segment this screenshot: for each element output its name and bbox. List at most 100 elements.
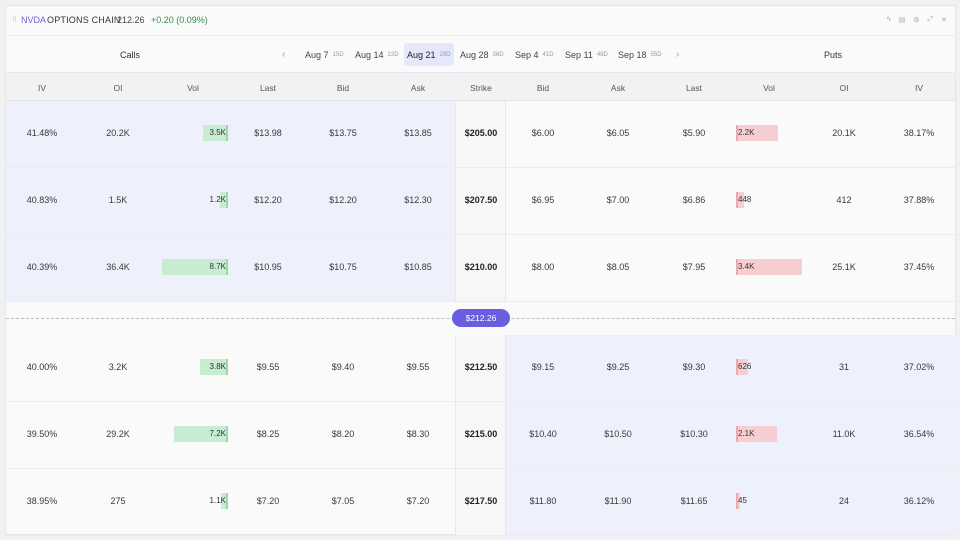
expiry-tab[interactable]: Sep 18 55D — [615, 43, 665, 66]
put-last: $7.95 — [682, 262, 706, 272]
put-last: $10.30 — [680, 429, 708, 439]
puts-col-ask[interactable]: Ask — [588, 83, 648, 93]
option-row[interactable]: 38.95% 275 1.1K $7.20 $7.05 $7.20 $217.50 $11.8… — [6, 469, 957, 536]
puts-label: Puts — [824, 50, 843, 60]
call-oi: 29.2K — [106, 429, 130, 439]
put-last: $9.30 — [682, 362, 706, 372]
call-last: $9.55 — [256, 362, 280, 372]
option-row[interactable]: 41.48% 20.2K 3.5K $13.98 $13.75 $13.85 $205.00… — [6, 101, 955, 168]
put-iv: 36.12% — [903, 496, 935, 506]
option-row[interactable]: 40.00% 3.2K 3.8K $9.55 $9.40 $9.55 $212.50 $9.1… — [6, 335, 957, 402]
put-ask: $8.05 — [606, 262, 630, 272]
expiry-tab[interactable]: Sep 11 48D — [562, 43, 611, 66]
puts-col-oi[interactable]: OI — [814, 83, 874, 93]
call-last: $13.98 — [254, 128, 282, 138]
calls-label: Calls — [120, 50, 141, 60]
expiry-tab[interactable]: Aug 14 22D — [352, 43, 402, 66]
put-volume: 2.1K — [738, 429, 755, 438]
call-oi: 3.2K — [108, 362, 128, 372]
puts-col-iv[interactable]: IV — [889, 83, 949, 93]
strike-price: $210.00 — [464, 262, 498, 272]
put-iv: 37.45% — [903, 262, 935, 272]
expiry-date: Sep 11 — [565, 49, 593, 60]
put-iv: 36.54% — [903, 429, 935, 439]
calls-col-oi[interactable]: OI — [88, 83, 148, 93]
strike-col-header[interactable]: Strike — [451, 83, 511, 93]
put-bid: $9.15 — [531, 362, 555, 372]
calls-col-iv[interactable]: IV — [12, 83, 72, 93]
expiry-tab[interactable]: Aug 7 15D — [302, 43, 347, 66]
call-last: $12.20 — [254, 195, 282, 205]
call-ask: $12.30 — [404, 195, 432, 205]
call-volume: 1.2K — [209, 195, 226, 204]
put-bid: $8.00 — [531, 262, 555, 272]
put-ask: $9.25 — [606, 362, 630, 372]
call-bid: $7.05 — [331, 496, 355, 506]
call-oi: 275 — [110, 496, 126, 506]
expiry-tab[interactable]: Sep 4 41D — [512, 43, 557, 66]
expiry-date: Aug 14 — [355, 49, 384, 60]
calls-col-ask[interactable]: Ask — [388, 83, 448, 93]
chevron-right-icon[interactable]: › — [676, 49, 679, 60]
expand-icon[interactable]: ⤢ — [928, 16, 934, 24]
put-iv: 37.02% — [903, 362, 935, 372]
days-to-expiry: 22D — [387, 51, 399, 58]
expiry-tab[interactable]: Aug 28 36D — [457, 43, 507, 66]
put-oi: 11.0K — [832, 429, 856, 439]
put-oi: 25.1K — [832, 262, 856, 272]
settings-icon[interactable]: ⚙ — [913, 16, 919, 24]
panel-title: OPTIONS CHAIN — [47, 15, 121, 25]
panel-header: ⠿ NVDA OPTIONS CHAIN 212.26 +0.20 (0.09%… — [6, 6, 955, 36]
expiry-date: Sep 18 — [618, 49, 647, 60]
call-bid: $9.40 — [331, 362, 355, 372]
put-oi: 24 — [838, 496, 849, 506]
call-iv: 41.48% — [26, 128, 58, 138]
calls-col-last[interactable]: Last — [238, 83, 298, 93]
strike-price: $217.50 — [464, 496, 498, 506]
put-volume: 45 — [738, 496, 747, 505]
call-volume: 7.2K — [209, 429, 226, 438]
option-row[interactable]: 39.50% 29.2K 7.2K $8.25 $8.20 $8.30 $215.00 $10… — [6, 402, 957, 469]
days-to-expiry: 55D — [650, 51, 662, 58]
call-volume: 3.8K — [209, 362, 226, 371]
call-ask: $8.30 — [406, 429, 430, 439]
price-change: +0.20 (0.09%) — [151, 15, 208, 25]
call-volume: 8.7K — [209, 262, 226, 271]
put-oi: 31 — [838, 362, 849, 372]
put-volume: 2.2K — [738, 128, 755, 137]
close-icon[interactable]: ✕ — [941, 16, 947, 24]
underlying-price-marker: $212.26 — [452, 309, 510, 327]
expiry-date: Sep 4 — [515, 49, 539, 60]
call-ask: $7.20 — [406, 496, 430, 506]
put-ask: $7.00 — [606, 195, 630, 205]
call-last: $7.20 — [256, 496, 280, 506]
puts-col-last[interactable]: Last — [664, 83, 724, 93]
put-iv: 38.17% — [903, 128, 935, 138]
options-chain-panel: ⠿ NVDA OPTIONS CHAIN 212.26 +0.20 (0.09%… — [5, 5, 957, 536]
put-ask: $10.50 — [604, 429, 632, 439]
call-volume: 3.5K — [209, 128, 226, 137]
option-row[interactable]: 40.83% 1.5K 1.2K $12.20 $12.20 $12.30 $207.50 $… — [6, 168, 955, 235]
put-ask: $6.05 — [606, 128, 630, 138]
chevron-left-icon[interactable]: ‹ — [282, 49, 285, 60]
put-last: $5.90 — [682, 128, 706, 138]
column-header-row: IV OI Vol Last Bid Ask Strike Bid Ask Last Vol OI IV — [6, 73, 955, 101]
table-icon[interactable]: ▤ — [899, 16, 906, 24]
option-row[interactable]: 40.39% 36.4K 8.7K $10.95 $10.75 $10.85 $210.00… — [6, 235, 955, 302]
bolt-icon[interactable]: ϟ — [887, 16, 891, 24]
expiry-tab[interactable]: Aug 21 29D — [404, 43, 454, 66]
underlying-price: 212.26 — [117, 15, 145, 25]
calls-col-bid[interactable]: Bid — [313, 83, 373, 93]
calls-col-vol[interactable]: Vol — [163, 83, 223, 93]
puts-col-bid[interactable]: Bid — [513, 83, 573, 93]
ticker-symbol[interactable]: NVDA — [21, 15, 46, 25]
call-bid: $13.75 — [329, 128, 357, 138]
header-actions: ϟ ▤ ⚙ ⤢ ✕ — [887, 16, 947, 24]
put-bid: $11.80 — [529, 496, 557, 506]
drag-handle-icon[interactable]: ⠿ — [12, 16, 17, 24]
put-bid: $6.95 — [531, 195, 555, 205]
puts-col-vol[interactable]: Vol — [739, 83, 799, 93]
call-ask: $9.55 — [406, 362, 430, 372]
put-oi: 20.1K — [832, 128, 856, 138]
days-to-expiry: 36D — [492, 51, 504, 58]
